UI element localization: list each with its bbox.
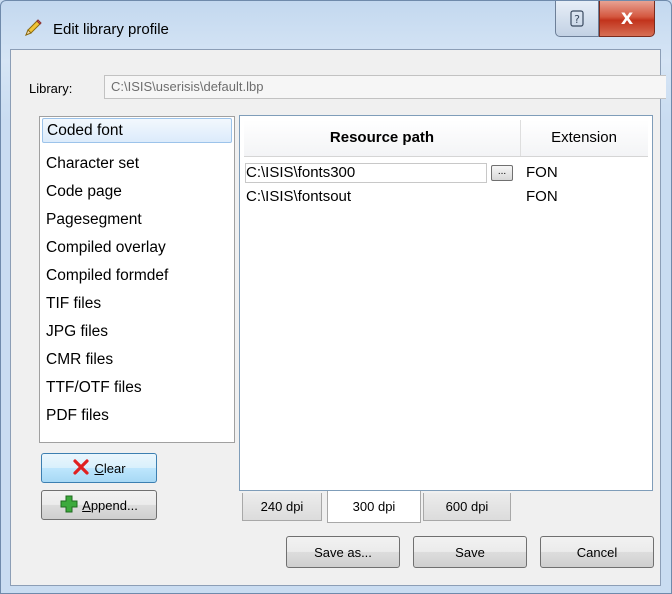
table-row-1-path[interactable]: C:\ISIS\fonts300: [246, 164, 355, 181]
append-button[interactable]: Append...: [41, 490, 157, 520]
close-button-glyph: X: [621, 10, 634, 28]
table-header: Resource path Extension: [244, 120, 648, 157]
clear-button[interactable]: Clear: [41, 453, 157, 483]
browse-button[interactable]: ...: [491, 165, 513, 181]
append-label-rest: ppend...: [90, 497, 138, 513]
help-button[interactable]: ?: [555, 1, 599, 37]
table-row-2-extension[interactable]: FON: [526, 188, 558, 205]
list-item-cmr-files[interactable]: CMR files: [42, 347, 232, 372]
save-button[interactable]: Save: [413, 536, 527, 568]
tab-300-dpi[interactable]: 300 dpi: [327, 491, 421, 523]
list-item-compiled-formdef[interactable]: Compiled formdef: [42, 263, 232, 288]
list-item-code-page[interactable]: Code page: [42, 179, 232, 204]
clear-label-rest: lear: [103, 460, 126, 476]
list-item-jpg-files[interactable]: JPG files: [42, 319, 232, 344]
title-bar[interactable]: Edit library profile ? X: [1, 1, 671, 49]
tab-240-dpi[interactable]: 240 dpi: [242, 493, 322, 521]
column-header-extension[interactable]: Extension: [521, 120, 647, 156]
list-item-character-set[interactable]: Character set: [42, 151, 232, 176]
list-item-pagesegment[interactable]: Pagesegment: [42, 207, 232, 232]
save-as-button[interactable]: Save as...: [286, 536, 400, 568]
pencil-icon: [23, 18, 43, 38]
library-path-field: C:\ISIS\userisis\default.lbp: [104, 75, 666, 99]
table-row-1-extension[interactable]: FON: [526, 164, 558, 181]
help-button-glyph: ?: [574, 13, 580, 26]
library-label: Library:: [29, 81, 73, 96]
clear-mnemonic: C: [94, 460, 104, 476]
list-item-tif-files[interactable]: TIF files: [42, 291, 232, 316]
list-item-coded-font[interactable]: Coded font: [42, 118, 232, 143]
append-button-label: Append...: [82, 498, 138, 513]
list-item-ttf-otf-files[interactable]: TTF/OTF files: [42, 375, 232, 400]
list-item-pdf-files[interactable]: PDF files: [42, 403, 232, 428]
dialog-window: Edit library profile ? X Library: C:\ISI…: [0, 0, 672, 594]
close-icon: X: [621, 10, 634, 28]
window-title: Edit library profile: [53, 21, 169, 38]
resource-path-table[interactable]: Resource path Extension C:\ISIS\fonts300…: [239, 115, 653, 491]
plus-icon: [60, 495, 78, 516]
table-row-2-path[interactable]: C:\ISIS\fontsout: [246, 188, 351, 205]
clear-button-label: Clear: [94, 461, 125, 476]
help-icon: ?: [570, 9, 584, 27]
tab-600-dpi[interactable]: 600 dpi: [423, 493, 511, 521]
append-mnemonic: A: [82, 497, 91, 513]
list-item-compiled-overlay[interactable]: Compiled overlay: [42, 235, 232, 260]
cancel-button[interactable]: Cancel: [540, 536, 654, 568]
column-header-resource-path[interactable]: Resource path: [244, 120, 521, 156]
resource-type-list[interactable]: Coded font Character set Code page Pages…: [39, 116, 235, 443]
clear-x-icon: [72, 458, 90, 479]
close-button[interactable]: X: [599, 1, 655, 37]
